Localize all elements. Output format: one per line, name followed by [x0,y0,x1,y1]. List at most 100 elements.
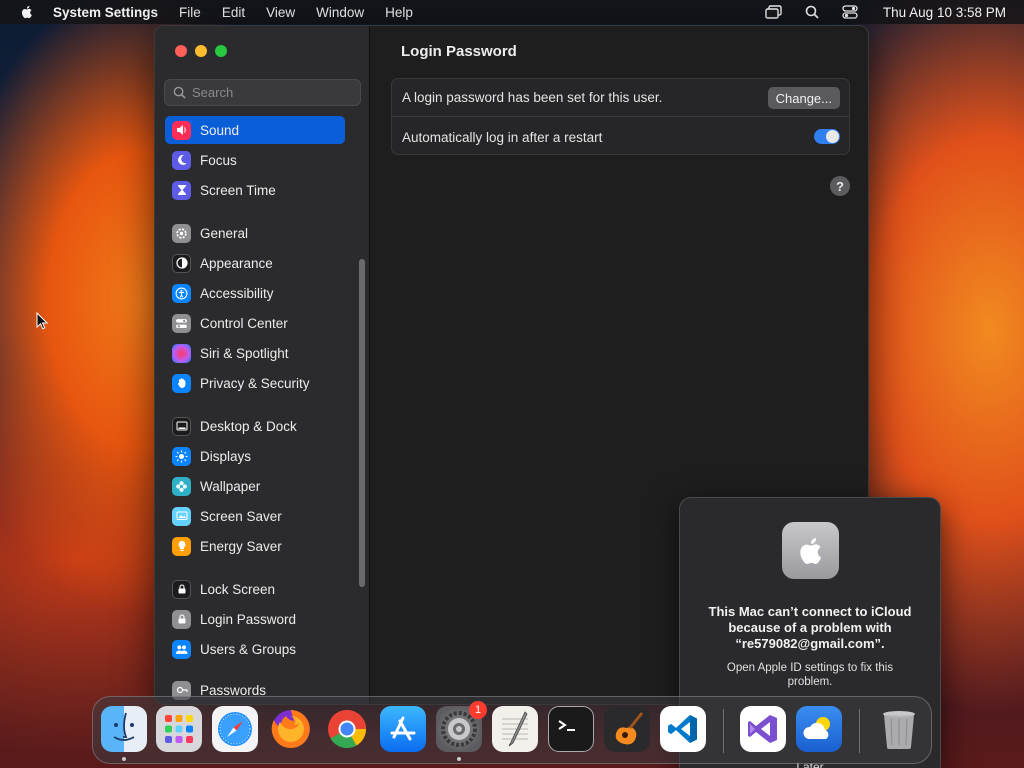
password-set-label: A login password has been set for this u… [402,90,663,105]
garageband-icon[interactable] [604,706,650,752]
padlock-icon [172,609,191,629]
screensaver-icon [172,506,191,526]
trash-icon[interactable] [876,706,922,752]
dock-separator [723,709,724,753]
search-input[interactable] [192,85,352,100]
sidebar-item-label: Desktop & Dock [200,418,297,434]
menu-clock[interactable]: Thu Aug 10 3:58 PM [883,5,1006,20]
menu-bar: System Settings File Edit View Window He… [0,0,1024,24]
sidebar-item-label: Focus [200,152,237,168]
hand-icon [172,373,191,393]
sidebar-item-displays[interactable]: Displays [165,442,345,470]
menu-file[interactable]: File [179,5,201,20]
sidebar-item-lock-screen[interactable]: Lock Screen [165,575,345,603]
lock-icon [172,579,191,599]
safari-icon[interactable] [212,706,258,752]
sidebar-item-control-center[interactable]: Control Center [165,309,345,337]
sidebar-item-label: Energy Saver [200,538,282,554]
zoom-button[interactable] [215,45,227,57]
apple-logo-icon [782,522,839,579]
appearance-icon [172,253,191,273]
search-field[interactable] [164,79,361,106]
textedit-icon[interactable] [492,706,538,752]
notification-badge: 1 [469,701,487,719]
auto-login-toggle[interactable] [814,129,840,144]
sidebar-item-login-password[interactable]: Login Password [165,605,345,633]
speaker-icon [172,120,191,140]
sidebar-item-label: Siri & Spotlight [200,345,289,361]
dock-icon [172,416,191,436]
sidebar-item-general[interactable]: General [165,219,345,247]
apple-menu-icon[interactable] [19,4,35,20]
sidebar-item-wallpaper[interactable]: Wallpaper [165,472,345,500]
sidebar-item-screen-time[interactable]: Screen Time [165,176,345,204]
accessibility-icon [172,283,191,303]
chrome-icon[interactable] [324,706,370,752]
firefox-icon[interactable] [268,706,314,752]
gear-icon [172,223,191,243]
sun-icon [172,446,191,466]
auto-login-row: Automatically log in after a restart [392,118,849,156]
minimize-button[interactable] [195,45,207,57]
sidebar-item-screen-saver[interactable]: Screen Saver [165,502,345,530]
menu-help[interactable]: Help [385,5,413,20]
alert-title: This Mac can’t connect to iCloud because… [708,604,912,651]
sidebar-item-label: Sound [200,122,240,138]
menu-view[interactable]: View [266,5,295,20]
sidebar-item-focus[interactable]: Focus [165,146,345,174]
running-indicator [122,757,126,761]
siri-icon [172,343,191,363]
alert-message: Open Apple ID settings to fix this probl… [726,662,894,688]
sidebar-item-label: Displays [200,448,252,464]
mouse-cursor-icon [36,312,48,330]
sidebar-item-privacy-security[interactable]: Privacy & Security [165,369,345,397]
sidebar-item-label: Privacy & Security [200,375,310,391]
launchpad-icon[interactable] [156,706,202,752]
change-password-button[interactable]: Change... [767,87,840,109]
dock-separator [859,709,860,753]
finder-icon[interactable] [101,706,147,752]
menu-edit[interactable]: Edit [222,5,245,20]
sidebar-item-label: Wallpaper [200,478,261,494]
help-button[interactable]: ? [830,176,850,196]
spotlight-search-icon[interactable] [803,4,821,20]
sidebar-item-sound[interactable]: Sound [165,116,345,144]
auto-login-label: Automatically log in after a restart [402,129,603,145]
sidebar-item-siri-spotlight[interactable]: Siri & Spotlight [165,339,345,367]
sidebar-item-label: Lock Screen [200,581,276,597]
sidebar-item-users-groups[interactable]: Users & Groups [165,635,345,663]
moon-icon [172,150,191,170]
users-icon [172,639,191,659]
login-password-group: A login password has been set for this u… [391,78,850,155]
bulb-icon [172,536,191,556]
menu-window[interactable]: Window [316,5,364,20]
terminal-icon[interactable] [548,706,594,752]
sidebar-item-desktop-dock[interactable]: Desktop & Dock [165,412,345,440]
screen-mirroring-icon[interactable] [765,4,783,20]
sidebar-item-label: Appearance [200,255,273,271]
sidebar-item-label: Control Center [200,315,288,331]
sidebar-item-label: Users & Groups [200,641,297,657]
sidebar-item-appearance[interactable]: Appearance [165,249,345,277]
menu-app-name[interactable]: System Settings [53,5,158,20]
app-store-icon[interactable] [380,706,426,752]
visual-studio-icon[interactable] [740,706,786,752]
dock: 1 [92,696,932,764]
window-controls [175,45,227,57]
toggles-icon [172,313,191,333]
weather-icon[interactable] [796,706,842,752]
search-icon [173,86,186,99]
control-center-icon[interactable] [841,4,859,20]
hourglass-icon [172,180,191,200]
sidebar-item-label: Screen Time [200,182,276,198]
sidebar: Sound Focus Screen Time General [155,26,370,704]
vscode-icon[interactable] [660,706,706,752]
sidebar-item-label: Login Password [200,611,297,627]
sidebar-item-accessibility[interactable]: Accessibility [165,279,345,307]
page-title: Login Password [401,43,517,60]
sidebar-item-energy-saver[interactable]: Energy Saver [165,532,345,560]
flower-icon [172,476,191,496]
sidebar-scrollbar[interactable] [359,259,365,587]
running-indicator [457,757,461,761]
close-button[interactable] [175,45,187,57]
